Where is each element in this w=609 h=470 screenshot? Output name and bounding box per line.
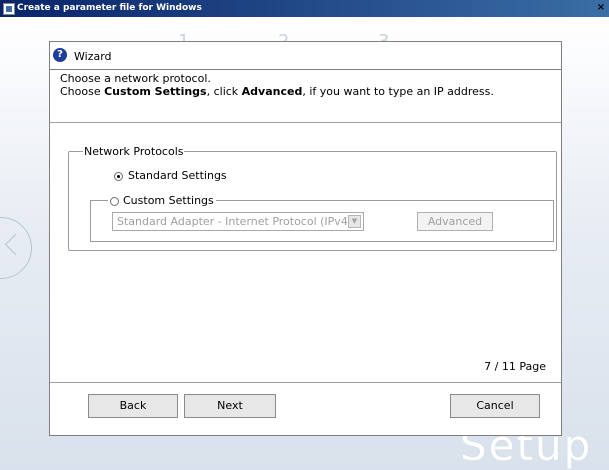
page-indicator: 7 / 11 Page: [484, 360, 546, 373]
back-button[interactable]: Back: [88, 394, 178, 418]
instruction-emphasis: Custom Settings: [104, 85, 207, 98]
cancel-button[interactable]: Cancel: [450, 394, 540, 418]
adapter-select-value: Standard Adapter - Internet Protocol (IP…: [117, 215, 353, 228]
wizard-dialog: ? Wizard Choose a network protocol. Choo…: [49, 41, 562, 436]
adapter-select[interactable]: Standard Adapter - Internet Protocol (IP…: [112, 212, 364, 231]
window-title: Create a parameter file for Windows: [17, 3, 202, 13]
standard-settings-option[interactable]: Standard Settings: [114, 169, 227, 182]
instruction-text: , if you want to type an IP address.: [302, 85, 494, 98]
divider: [50, 122, 561, 123]
dialog-header: ? Wizard: [50, 42, 561, 70]
instruction-text: , click: [206, 85, 242, 98]
network-protocols-legend: Network Protocols: [83, 145, 185, 158]
network-protocols-group: Network Protocols Standard Settings Cust…: [68, 145, 557, 251]
custom-settings-label: Custom Settings: [123, 194, 214, 207]
custom-settings-option[interactable]: Custom Settings: [108, 194, 216, 207]
divider: [50, 382, 561, 383]
instruction-text: Choose: [60, 85, 105, 98]
chevron-down-icon[interactable]: ▼: [348, 215, 361, 228]
standard-settings-radio[interactable]: [114, 171, 123, 181]
instruction-line-2: Choose Custom Settings, click Advanced, …: [60, 85, 494, 98]
close-icon[interactable]: ×: [595, 2, 607, 14]
instruction-emphasis: Advanced: [241, 85, 303, 98]
next-button[interactable]: Next: [184, 394, 276, 418]
help-icon: ?: [53, 48, 67, 62]
custom-settings-radio[interactable]: [110, 196, 119, 206]
instruction-line-1: Choose a network protocol.: [60, 72, 211, 85]
dialog-title: Wizard: [74, 50, 112, 63]
instructions: Choose a network protocol. Choose Custom…: [60, 72, 494, 98]
window-icon: [3, 3, 15, 15]
advanced-button[interactable]: Advanced: [417, 212, 493, 231]
standard-settings-label: Standard Settings: [128, 169, 227, 182]
custom-settings-group: Custom Settings Standard Adapter - Inter…: [90, 194, 554, 242]
title-bar: Create a parameter file for Windows ×: [0, 0, 609, 17]
